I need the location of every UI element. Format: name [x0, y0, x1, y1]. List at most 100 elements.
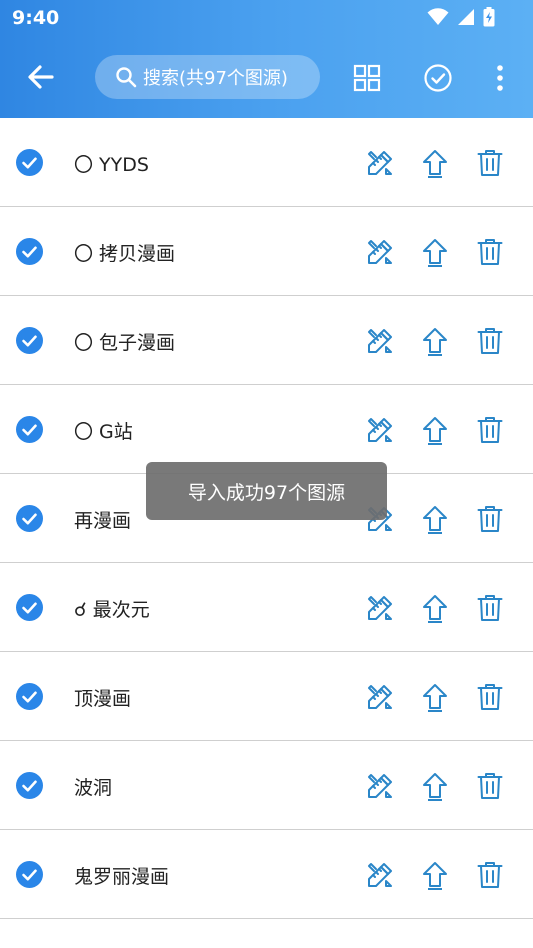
move-to-top-icon [423, 595, 447, 623]
delete-source-button[interactable] [473, 413, 507, 447]
move-to-top-button[interactable] [418, 413, 452, 447]
move-to-top-button[interactable] [418, 146, 452, 180]
move-to-top-button[interactable] [418, 591, 452, 625]
search-icon [116, 67, 137, 88]
checkbox-checked-icon [16, 238, 43, 265]
source-row[interactable]: ☌ 最次元 [0, 563, 533, 652]
battery-charging-icon [483, 7, 495, 27]
delete-source-button[interactable] [473, 502, 507, 536]
checkbox-checked-icon [16, 772, 43, 799]
source-checkbox[interactable] [16, 505, 43, 532]
checkbox-checked-icon [16, 149, 43, 176]
delete-icon [477, 328, 503, 354]
edit-source-button[interactable] [363, 235, 397, 269]
more-options-button[interactable] [480, 58, 520, 98]
source-name: 〇 拷贝漫画 [74, 243, 176, 265]
edit-icon [368, 151, 392, 175]
wifi-icon [427, 8, 449, 25]
source-checkbox[interactable] [16, 149, 43, 176]
edit-source-button[interactable] [363, 858, 397, 892]
checkbox-checked-icon [16, 505, 43, 532]
edit-icon [368, 863, 392, 887]
source-name: 鬼罗丽漫画 [74, 866, 170, 888]
edit-icon [368, 596, 392, 620]
delete-icon [477, 239, 503, 265]
edit-icon [368, 240, 392, 264]
delete-icon [477, 506, 503, 532]
delete-icon [477, 684, 503, 710]
checkbox-checked-icon [16, 594, 43, 621]
edit-icon [368, 685, 392, 709]
source-checkbox[interactable] [16, 772, 43, 799]
move-to-top-icon [423, 328, 447, 356]
source-row[interactable]: 鬼罗丽漫画 [0, 830, 533, 919]
delete-icon [477, 595, 503, 621]
edit-source-button[interactable] [363, 680, 397, 714]
checkbox-checked-icon [16, 416, 43, 443]
source-row[interactable]: 〇 拷贝漫画 [0, 207, 533, 296]
move-to-top-icon [423, 506, 447, 534]
move-to-top-icon [423, 684, 447, 712]
move-to-top-button[interactable] [418, 235, 452, 269]
source-checkbox[interactable] [16, 683, 43, 710]
delete-source-button[interactable] [473, 324, 507, 358]
delete-source-button[interactable] [473, 858, 507, 892]
move-to-top-button[interactable] [418, 502, 452, 536]
checkbox-checked-icon [16, 861, 43, 888]
move-to-top-button[interactable] [418, 324, 452, 358]
edit-source-button[interactable] [363, 324, 397, 358]
delete-source-button[interactable] [473, 769, 507, 803]
status-time: 9:40 [12, 7, 60, 29]
search-placeholder: 搜索(共97个图源) [143, 68, 288, 89]
source-row[interactable]: 顶漫画 [0, 652, 533, 741]
signal-icon [458, 9, 474, 25]
back-button[interactable] [22, 58, 62, 96]
delete-source-button[interactable] [473, 680, 507, 714]
grid-icon [353, 64, 381, 92]
source-row[interactable]: 〇 G站 [0, 385, 533, 474]
source-name: 波洞 [74, 777, 113, 799]
edit-icon [368, 418, 392, 442]
source-name: 〇 YYDS [74, 154, 149, 176]
toolbar: 搜索(共97个图源) [0, 48, 533, 106]
back-arrow-icon [28, 65, 54, 89]
checkbox-checked-icon [16, 327, 43, 354]
move-to-top-icon [423, 239, 447, 267]
checkbox-checked-icon [16, 683, 43, 710]
edit-source-button[interactable] [363, 769, 397, 803]
select-all-button[interactable] [418, 58, 458, 98]
move-to-top-icon [423, 150, 447, 178]
delete-source-button[interactable] [473, 591, 507, 625]
edit-source-button[interactable] [363, 146, 397, 180]
move-to-top-icon [423, 417, 447, 445]
source-name: 顶漫画 [74, 688, 132, 710]
source-checkbox[interactable] [16, 416, 43, 443]
source-row[interactable]: 〇 包子漫画 [0, 296, 533, 385]
source-name: 〇 G站 [74, 421, 133, 443]
source-name: 〇 包子漫画 [74, 332, 176, 354]
toast-message: 导入成功97个图源 [146, 462, 387, 520]
source-checkbox[interactable] [16, 594, 43, 621]
move-to-top-button[interactable] [418, 858, 452, 892]
source-checkbox[interactable] [16, 327, 43, 354]
check-circle-icon [424, 64, 452, 92]
source-checkbox[interactable] [16, 238, 43, 265]
grid-view-button[interactable] [347, 58, 387, 98]
delete-source-button[interactable] [473, 235, 507, 269]
move-to-top-icon [423, 773, 447, 801]
edit-source-button[interactable] [363, 413, 397, 447]
delete-source-button[interactable] [473, 146, 507, 180]
edit-icon [368, 329, 392, 353]
delete-icon [477, 862, 503, 888]
source-row[interactable]: 波洞 [0, 741, 533, 830]
edit-icon [368, 774, 392, 798]
status-bar: 9:40 [0, 0, 533, 36]
source-row[interactable]: 〇 YYDS [0, 118, 533, 207]
move-to-top-button[interactable] [418, 680, 452, 714]
source-checkbox[interactable] [16, 861, 43, 888]
search-field[interactable]: 搜索(共97个图源) [95, 55, 320, 99]
move-to-top-button[interactable] [418, 769, 452, 803]
edit-source-button[interactable] [363, 591, 397, 625]
source-name: 再漫画 [74, 510, 132, 532]
status-icons [427, 7, 495, 27]
